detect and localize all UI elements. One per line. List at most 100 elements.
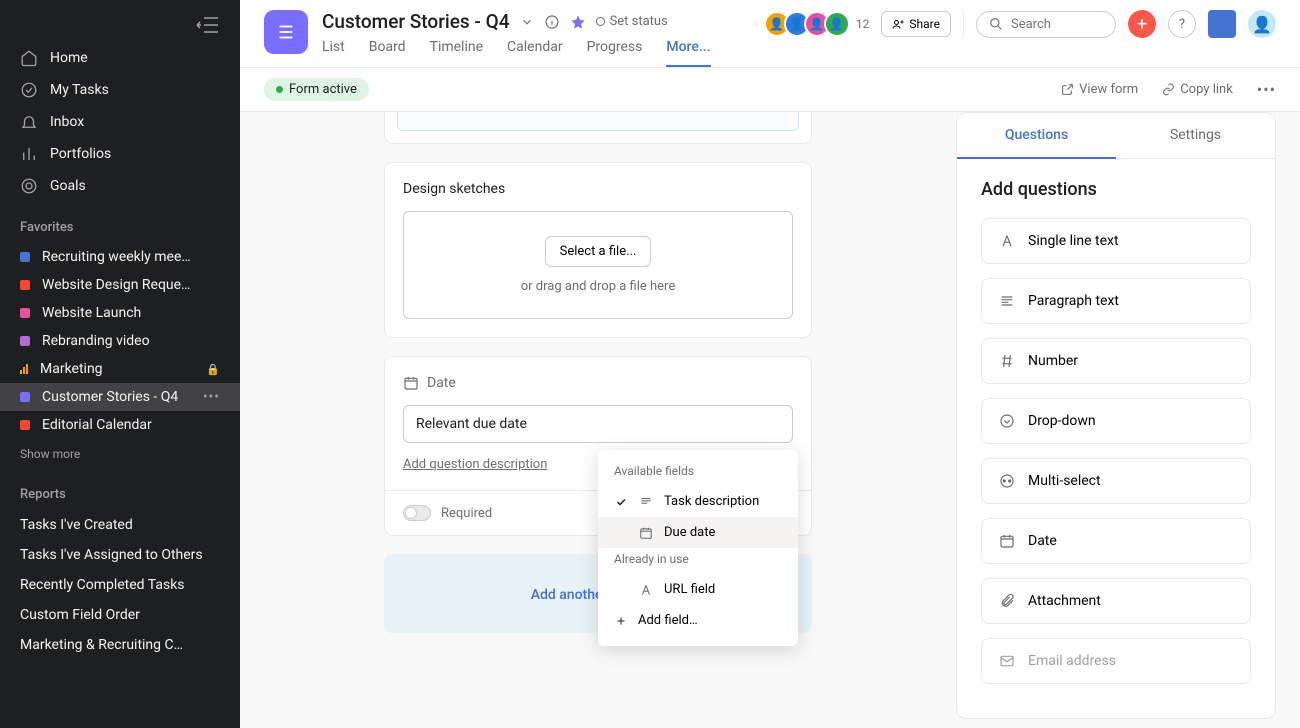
question-title-input[interactable] xyxy=(403,405,793,443)
calendar-icon xyxy=(403,375,419,391)
more-actions-icon[interactable]: ••• xyxy=(1257,80,1276,99)
favorite-item[interactable]: Website Launch xyxy=(0,299,240,327)
upgrade-button[interactable] xyxy=(1208,10,1236,38)
search-box[interactable] xyxy=(976,11,1116,38)
paragraph-icon xyxy=(638,495,654,509)
sub-header: Form active View form Copy link ••• xyxy=(240,68,1300,112)
question-type-paragraph[interactable]: Paragraph text xyxy=(981,278,1251,324)
popover-label: Task description xyxy=(664,494,759,509)
copy-link-label: Copy link xyxy=(1180,82,1233,97)
nav-goals[interactable]: Goals xyxy=(0,170,240,202)
question-type-label: Number xyxy=(1028,353,1078,369)
nav-home[interactable]: Home xyxy=(0,42,240,74)
popover-item-task-description[interactable]: Task description xyxy=(598,486,798,517)
project-color-dot xyxy=(20,308,30,318)
question-card[interactable] xyxy=(384,112,812,144)
question-type-single-line[interactable]: Single line text xyxy=(981,218,1251,264)
select-file-button[interactable]: Select a file... xyxy=(545,236,652,267)
tab-timeline[interactable]: Timeline xyxy=(430,39,483,67)
more-icon[interactable]: ••• xyxy=(203,389,220,405)
nav-label: Inbox xyxy=(50,114,84,130)
star-icon[interactable] xyxy=(570,14,586,30)
question-type-label: Paragraph text xyxy=(1028,293,1119,309)
report-item[interactable]: Recently Completed Tasks xyxy=(0,570,240,600)
chevron-down-icon[interactable] xyxy=(520,15,534,29)
popover-item-url-field[interactable]: URL field xyxy=(598,574,798,605)
report-item[interactable]: Custom Field Order xyxy=(0,600,240,630)
panel-tab-settings[interactable]: Settings xyxy=(1116,113,1275,158)
info-icon[interactable] xyxy=(544,14,560,30)
clip-icon xyxy=(998,593,1016,609)
question-type-email[interactable]: Email address xyxy=(981,638,1251,684)
project-color-dot xyxy=(20,420,30,430)
required-toggle[interactable] xyxy=(403,505,431,521)
form-builder-area: Design sketches Select a file... or drag… xyxy=(240,112,956,728)
nav-mytasks[interactable]: My Tasks xyxy=(0,74,240,106)
tab-board[interactable]: Board xyxy=(369,39,406,67)
tab-calendar[interactable]: Calendar xyxy=(507,39,563,67)
question-type-attachment[interactable]: Attachment xyxy=(981,578,1251,624)
main: Customer Stories - Q4 Set status List Bo… xyxy=(240,0,1300,728)
hash-icon xyxy=(998,353,1016,369)
member-avatars[interactable]: 👤 👤 👤 👤 12 xyxy=(770,11,870,37)
text-icon xyxy=(998,233,1016,249)
nav-portfolios[interactable]: Portfolios xyxy=(0,138,240,170)
panel-title: Add questions xyxy=(981,179,1251,200)
favorite-item[interactable]: Editorial Calendar xyxy=(0,411,240,439)
popover-label: Due date xyxy=(664,525,715,540)
favorite-item[interactable]: Rebranding video xyxy=(0,327,240,355)
status-dot-icon xyxy=(596,17,605,26)
file-dropzone[interactable]: Select a file... or drag and drop a file… xyxy=(403,211,793,319)
share-button[interactable]: Share xyxy=(881,11,951,37)
project-icon[interactable] xyxy=(264,10,308,54)
question-card[interactable]: Design sketches Select a file... or drag… xyxy=(384,162,812,338)
external-link-icon xyxy=(1061,83,1074,96)
nav-inbox[interactable]: Inbox xyxy=(0,106,240,138)
tab-more[interactable]: More... xyxy=(666,39,710,67)
favorite-item[interactable]: Recruiting weekly mee… xyxy=(0,243,240,271)
popover-item-due-date[interactable]: Due date xyxy=(598,517,798,548)
user-avatar[interactable]: 👤 xyxy=(1248,10,1276,38)
calendar-icon xyxy=(638,526,654,540)
sidebar-top xyxy=(0,0,240,42)
nav-label: Goals xyxy=(50,178,86,194)
question-type-multiselect[interactable]: Multi-select xyxy=(981,458,1251,504)
sub-actions: View form Copy link ••• xyxy=(1061,80,1276,99)
favorite-item[interactable]: Marketing 🔒 xyxy=(0,355,240,383)
empty-field xyxy=(397,112,799,131)
favorite-item-active[interactable]: Customer Stories - Q4 ••• xyxy=(0,383,240,411)
sidebar-collapse-icon[interactable] xyxy=(196,16,220,34)
field-popover: Available fields Task description Due da… xyxy=(598,450,798,646)
question-type-label: Attachment xyxy=(1028,593,1101,609)
report-item[interactable]: Marketing & Recruiting C… xyxy=(0,630,240,660)
view-form-link[interactable]: View form xyxy=(1061,82,1138,97)
tab-list[interactable]: List xyxy=(322,39,345,67)
question-type-dropdown[interactable]: Drop-down xyxy=(981,398,1251,444)
form-status-badge[interactable]: Form active xyxy=(264,78,369,101)
reports-header: Reports xyxy=(0,469,240,510)
panel-tab-questions[interactable]: Questions xyxy=(957,113,1116,159)
favorite-item[interactable]: Website Design Reque… xyxy=(0,271,240,299)
show-more-link[interactable]: Show more xyxy=(0,439,240,469)
panel-body: Add questions Single line text Paragraph… xyxy=(957,159,1275,718)
question-type-label: Date xyxy=(427,375,456,391)
report-item[interactable]: Tasks I've Created xyxy=(0,510,240,540)
body: Design sketches Select a file... or drag… xyxy=(240,112,1300,728)
popover-add-field[interactable]: Add field… xyxy=(598,605,798,636)
tab-progress[interactable]: Progress xyxy=(587,39,643,67)
report-item[interactable]: Tasks I've Assigned to Others xyxy=(0,540,240,570)
panel-tabs: Questions Settings xyxy=(957,113,1275,159)
search-input[interactable] xyxy=(1011,17,1103,32)
favorite-label: Marketing xyxy=(40,361,194,377)
question-type-date[interactable]: Date xyxy=(981,518,1251,564)
help-button[interactable]: ? xyxy=(1168,10,1196,38)
favorite-label: Editorial Calendar xyxy=(42,417,220,433)
popover-header: Available fields xyxy=(598,460,798,486)
set-status-button[interactable]: Set status xyxy=(596,14,668,29)
question-type-label: Drop-down xyxy=(1028,413,1096,429)
favorite-label: Recruiting weekly mee… xyxy=(42,249,220,265)
text-icon xyxy=(638,583,654,597)
question-type-number[interactable]: Number xyxy=(981,338,1251,384)
global-add-button[interactable]: + xyxy=(1128,10,1156,38)
copy-link-button[interactable]: Copy link xyxy=(1162,82,1233,97)
